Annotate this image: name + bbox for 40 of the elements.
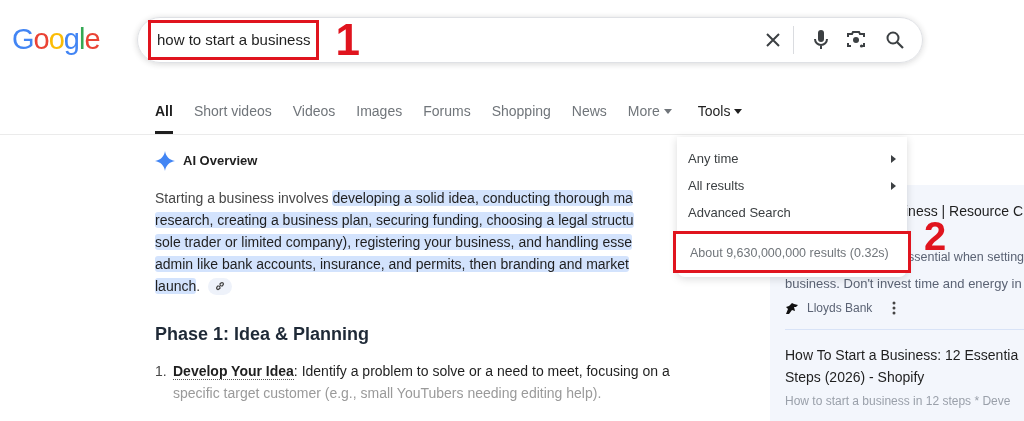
list-text: Develop Your Idea: Identify a problem to solve or a need to meet, focusing on a: [173, 362, 670, 382]
tab[interactable]: Videos: [292, 101, 336, 134]
tab[interactable]: News: [571, 101, 607, 134]
menu-tab[interactable]: Tools: [697, 101, 743, 134]
result-title[interactable]: How To Start a Business: 12 Essentia: [785, 344, 1024, 367]
menu-item[interactable]: Any time: [677, 145, 907, 172]
tab[interactable]: Forums: [423, 101, 471, 134]
camera-icon[interactable]: [846, 31, 866, 49]
overview-line: launch.: [155, 277, 201, 296]
annotation-number: 1: [335, 18, 360, 62]
menu-tab[interactable]: More: [627, 101, 672, 134]
close-icon[interactable]: [765, 32, 781, 48]
result-stats: About 9,630,000,000 results (0.32s): [690, 246, 889, 260]
overview-line: Starting a business involves developing a solid idea, conducting thorough ma: [155, 189, 633, 208]
result-snippet: business. Don't invest time and energy in: [785, 274, 1023, 293]
caret-icon: [734, 108, 743, 114]
tab[interactable]: Images: [356, 101, 403, 134]
source-name[interactable]: Lloyds Bank: [807, 299, 873, 318]
search-query: how to start a business: [148, 19, 320, 61]
result-snippet: How to start a business in 12 steps * Deve: [785, 393, 1012, 411]
caret-icon: [663, 108, 672, 114]
menu-item[interactable]: All results: [677, 172, 907, 199]
tab[interactable]: Shopping: [491, 101, 551, 134]
section-heading: Phase 1: Idea & Planning: [155, 323, 371, 346]
tab[interactable]: All: [155, 101, 173, 134]
tab[interactable]: Short videos: [193, 101, 272, 134]
section-title: AI Overview: [183, 152, 258, 171]
logo[interactable]: Google: [12, 24, 137, 56]
menu-item[interactable]: Advanced Search: [677, 199, 907, 226]
link-chip[interactable]: [208, 277, 233, 295]
submenu-arrow-icon: [891, 181, 896, 190]
more-icon[interactable]: [892, 301, 897, 316]
link-icon: [215, 281, 226, 291]
list-number: 1.: [155, 362, 168, 381]
search-icon[interactable]: [886, 31, 904, 49]
submenu-arrow-icon: [891, 154, 896, 163]
result-title[interactable]: Steps (2026) - Shopify: [785, 366, 1024, 389]
list-text: specific target customer (e.g., small YouTubers needing editing help).: [173, 384, 603, 403]
microphone-icon[interactable]: [814, 30, 828, 50]
sparkle-icon: [155, 151, 175, 171]
